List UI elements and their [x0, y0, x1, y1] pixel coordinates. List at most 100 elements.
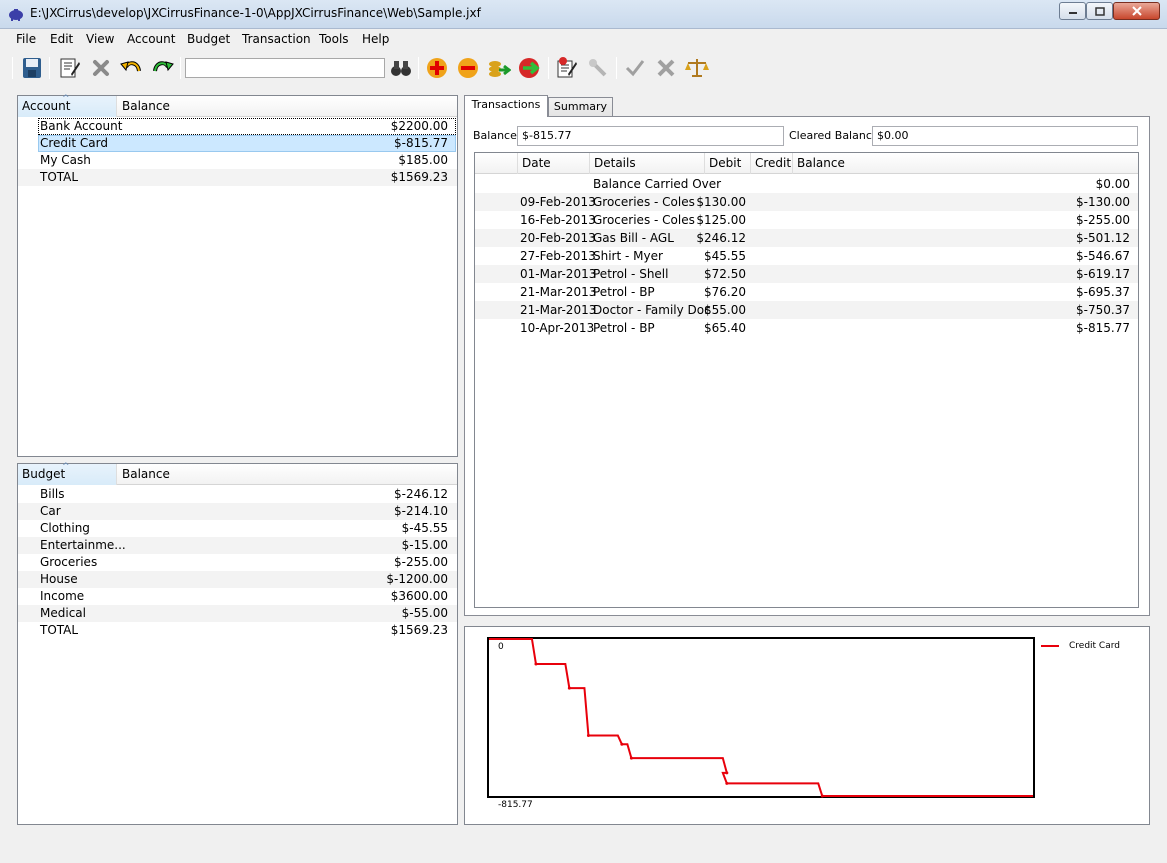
column-header-budget[interactable]: ^ Budget: [18, 462, 117, 485]
column-header-details[interactable]: Details: [590, 153, 705, 174]
data-point: [820, 794, 824, 798]
menu-tools[interactable]: Tools: [319, 32, 349, 46]
redo-button[interactable]: [150, 55, 176, 81]
undo-button[interactable]: [118, 55, 144, 81]
menu-transaction[interactable]: Transaction: [242, 32, 311, 46]
column-header-balance[interactable]: Balance: [793, 153, 1138, 174]
toolbar-separator: [548, 57, 549, 79]
budget-row-car[interactable]: Car $-214.10: [18, 503, 457, 520]
budget-balance: $-1200.00: [386, 572, 448, 586]
transaction-row[interactable]: Balance Carried Over $0.00: [475, 175, 1138, 193]
budget-name: House: [40, 572, 78, 586]
transaction-row[interactable]: 21-Mar-2013 Doctor - Family Doc $55.00 $-75…: [475, 301, 1138, 319]
budget-name: TOTAL: [40, 623, 79, 637]
tab-transactions[interactable]: Transactions: [464, 95, 548, 117]
column-header-balance[interactable]: Balance: [118, 464, 457, 485]
account-row-credit-card[interactable]: Credit Card $-815.77: [18, 135, 457, 152]
account-row-bank-account[interactable]: Bank Account $2200.00: [18, 118, 457, 135]
budget-row-entertainment[interactable]: Entertainme... $-15.00: [18, 537, 457, 554]
budget-row-medical[interactable]: Medical $-55.00: [18, 605, 457, 622]
budget-name: Bills: [40, 487, 65, 501]
tab-summary[interactable]: Summary: [548, 97, 613, 117]
transaction-date: 20-Feb-2013: [520, 231, 596, 245]
reconcile-button[interactable]: [684, 55, 710, 81]
transaction-row[interactable]: 16-Feb-2013 Groceries - Coles $125.00 $-255…: [475, 211, 1138, 229]
transaction-details: Shirt - Myer: [593, 249, 663, 263]
edit-button[interactable]: [57, 55, 83, 81]
toolbar-separator: [418, 57, 419, 79]
edit-icon: [60, 58, 80, 78]
menu-view[interactable]: View: [86, 32, 114, 46]
remove-account-icon: [458, 58, 478, 78]
column-header-label: Date: [522, 156, 551, 170]
transfer-button[interactable]: [486, 55, 512, 81]
toolbar: [0, 52, 1167, 86]
budget-row-clothing[interactable]: Clothing $-45.55: [18, 520, 457, 537]
transaction-details: Groceries - Coles: [593, 213, 695, 227]
budget-row-income[interactable]: Income $3600.00: [18, 588, 457, 605]
column-header-flag[interactable]: [475, 153, 518, 174]
move-icon: [519, 58, 540, 78]
column-header-debit[interactable]: Debit: [705, 153, 751, 174]
column-header-label: Balance: [797, 156, 845, 170]
data-point: [725, 781, 729, 785]
budget-row-bills[interactable]: Bills $-246.12: [18, 486, 457, 503]
menu-help[interactable]: Help: [362, 32, 389, 46]
approve-button[interactable]: [622, 55, 648, 81]
transaction-row[interactable]: 10-Apr-2013 Petrol - BP $65.40 $-815.77: [475, 319, 1138, 337]
balance-label: Balance: [473, 129, 517, 142]
column-header-credit[interactable]: Credit: [751, 153, 793, 174]
tools-button[interactable]: [585, 55, 611, 81]
edit-transaction-button[interactable]: [554, 55, 580, 81]
budget-balance: $-246.12: [394, 487, 448, 501]
menu-file[interactable]: File: [16, 32, 36, 46]
transaction-row[interactable]: 21-Mar-2013 Petrol - BP $76.20 $-695.37: [475, 283, 1138, 301]
account-balance: $1569.23: [390, 170, 448, 184]
account-balance: $-815.77: [394, 136, 448, 150]
delete-button[interactable]: [88, 55, 114, 81]
transaction-row[interactable]: 20-Feb-2013 Gas Bill - AGL $246.12 $-501.12: [475, 229, 1138, 247]
remove-account-button[interactable]: [455, 55, 481, 81]
save-button[interactable]: [19, 55, 45, 81]
menu-account[interactable]: Account: [127, 32, 175, 46]
transaction-row[interactable]: 09-Feb-2013 Groceries - Coles $130.00 $-130…: [475, 193, 1138, 211]
close-button[interactable]: [1113, 2, 1160, 20]
transaction-row[interactable]: 27-Feb-2013 Shirt - Myer $45.55 $-546.67: [475, 247, 1138, 265]
column-header-account[interactable]: ^ Account: [18, 94, 117, 117]
budget-name: Groceries: [40, 555, 98, 569]
transaction-debit: $246.12: [696, 231, 746, 245]
find-button[interactable]: [388, 55, 414, 81]
accounts-list: ^ Account Balance Bank Account $2200.00 …: [17, 94, 458, 457]
reject-icon: [657, 59, 675, 77]
reject-button[interactable]: [653, 55, 679, 81]
column-header-balance[interactable]: Balance: [118, 96, 457, 117]
column-header-label: Balance: [122, 467, 170, 481]
transaction-date: 21-Mar-2013: [520, 285, 597, 299]
budget-balance: $-45.55: [401, 521, 448, 535]
menu-budget[interactable]: Budget: [187, 32, 230, 46]
account-row-my-cash[interactable]: My Cash $185.00: [18, 152, 457, 169]
delete-icon: [93, 60, 109, 76]
move-button[interactable]: [517, 55, 543, 81]
menu-edit[interactable]: Edit: [50, 32, 73, 46]
transaction-details: Petrol - BP: [593, 321, 655, 335]
transaction-row[interactable]: 01-Mar-2013 Petrol - Shell $72.50 $-619.17: [475, 265, 1138, 283]
cleared-balance-field: $0.00: [872, 126, 1138, 146]
maximize-button[interactable]: [1086, 2, 1113, 20]
transaction-details: Gas Bill - AGL: [593, 231, 674, 245]
budget-balance: $1569.23: [390, 623, 448, 637]
budget-name: Entertainme...: [40, 538, 126, 552]
budget-row-house[interactable]: House $-1200.00: [18, 571, 457, 588]
add-account-button[interactable]: [424, 55, 450, 81]
budget-balance: $-214.10: [394, 504, 448, 518]
search-input[interactable]: [185, 58, 385, 78]
budget-row-total[interactable]: TOTAL $1569.23: [18, 622, 457, 639]
budget-row-groceries[interactable]: Groceries $-255.00: [18, 554, 457, 571]
account-name: Bank Account: [40, 119, 123, 133]
account-row-total[interactable]: TOTAL $1569.23: [18, 169, 457, 186]
column-header-date[interactable]: Date: [518, 153, 590, 174]
y-axis-bottom-label: -815.77: [498, 800, 533, 810]
transaction-date: 27-Feb-2013: [520, 249, 596, 263]
transaction-details: Doctor - Family Doc: [593, 303, 711, 317]
minimize-button[interactable]: [1059, 2, 1086, 20]
